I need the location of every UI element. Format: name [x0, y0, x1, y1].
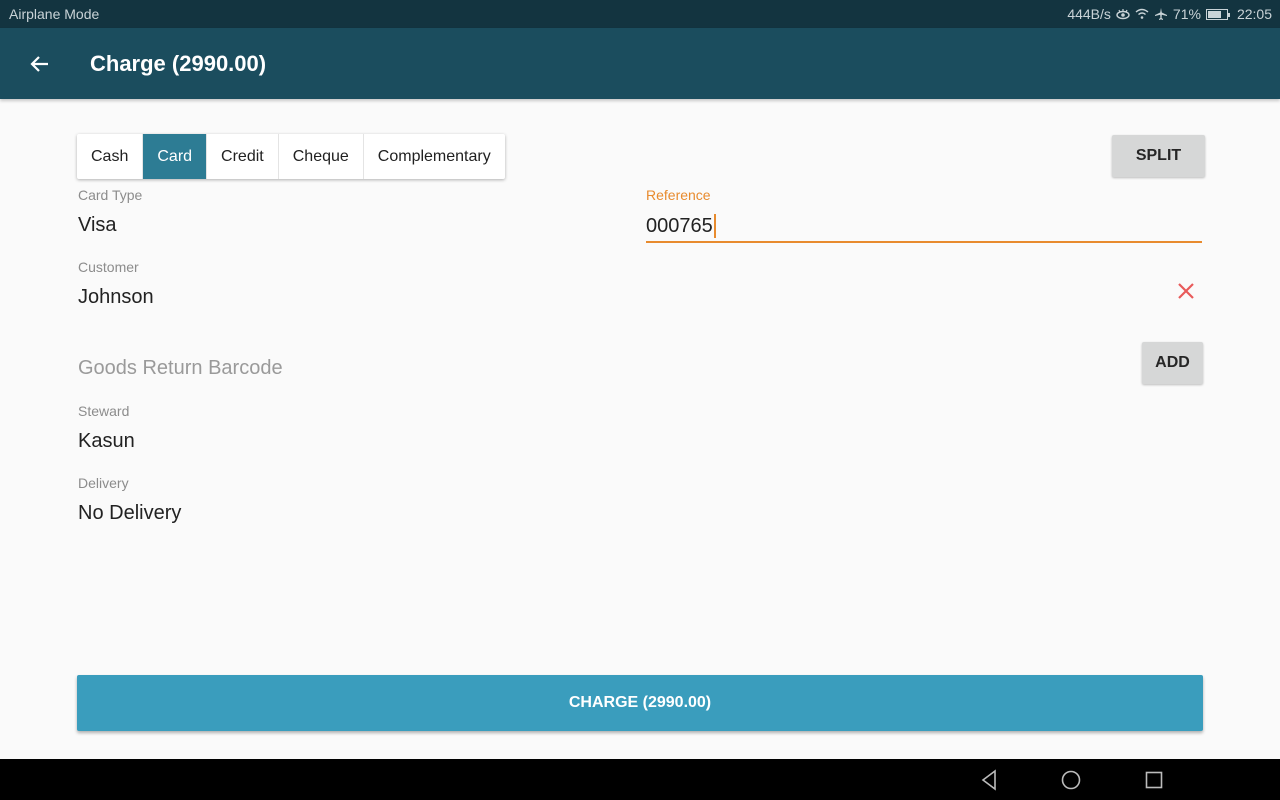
customer-select[interactable]: Johnson	[78, 286, 154, 309]
tab-credit[interactable]: Credit	[207, 134, 279, 179]
airplane-mode-text: Airplane Mode	[9, 6, 100, 22]
airplane-icon	[1154, 7, 1168, 21]
delivery-label: Delivery	[78, 475, 129, 491]
tab-cheque[interactable]: Cheque	[279, 134, 364, 179]
close-icon[interactable]	[1174, 279, 1198, 303]
net-speed: 444B/s	[1067, 6, 1111, 22]
nav-recents-icon[interactable]	[1141, 767, 1167, 793]
wifi-icon	[1135, 8, 1149, 20]
customer-label: Customer	[78, 259, 139, 275]
card-type-select[interactable]: Visa	[78, 214, 117, 237]
tab-complementary[interactable]: Complementary	[364, 134, 505, 179]
goods-return-barcode-input[interactable]: Goods Return Barcode	[78, 357, 283, 380]
status-icons: 444B/s 71% 22:05	[1067, 6, 1272, 22]
card-type-label: Card Type	[78, 187, 143, 203]
battery-level	[1207, 10, 1221, 18]
battery-percent: 71%	[1172, 6, 1201, 22]
eye-icon	[1116, 8, 1130, 20]
back-button[interactable]	[0, 28, 80, 99]
nav-home-icon[interactable]	[1058, 767, 1084, 793]
steward-select[interactable]: Kasun	[78, 430, 135, 453]
app-bar: Charge (2990.00)	[0, 28, 1280, 99]
add-button[interactable]: ADD	[1142, 342, 1203, 384]
status-bar: Airplane Mode 444B/s 71% 22:05	[0, 0, 1280, 28]
delivery-select[interactable]: No Delivery	[78, 502, 181, 525]
split-button[interactable]: SPLIT	[1112, 135, 1205, 177]
reference-value: 000765	[646, 214, 713, 237]
clock: 22:05	[1236, 6, 1272, 22]
text-caret	[713, 214, 716, 238]
nav-back-icon[interactable]	[976, 767, 1002, 793]
tab-card[interactable]: Card	[143, 134, 208, 179]
navigation-bar	[0, 759, 1280, 800]
charge-button[interactable]: CHARGE (2990.00)	[77, 675, 1203, 731]
charge-form: Cash Card Credit Cheque Complementary SP…	[0, 99, 1280, 759]
tab-cash[interactable]: Cash	[77, 134, 144, 179]
arrow-left-icon	[30, 55, 48, 72]
page-title: Charge (2990.00)	[90, 50, 267, 76]
steward-label: Steward	[78, 403, 130, 419]
battery-icon	[1205, 8, 1230, 20]
reference-label: Reference	[646, 187, 711, 203]
payment-method-tabs: Cash Card Credit Cheque Complementary	[77, 134, 505, 179]
reference-input[interactable]: 000765	[646, 211, 1202, 243]
